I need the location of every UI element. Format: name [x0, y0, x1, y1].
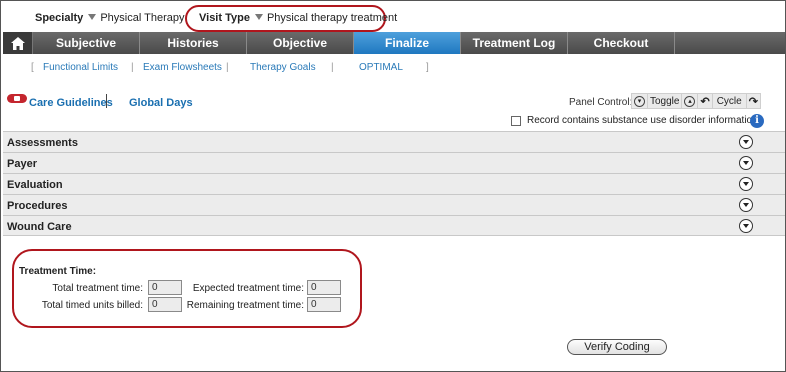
- expected-treatment-time-label: Expected treatment time:: [192, 283, 304, 294]
- verify-coding-button[interactable]: Verify Coding: [567, 339, 667, 355]
- visit-type-value: Physical therapy treatment: [266, 12, 398, 24]
- section-evaluation[interactable]: Evaluation: [3, 173, 785, 194]
- section-accordion: Assessments Payer Evaluation Procedures …: [3, 131, 785, 236]
- specialty-selector[interactable]: Specialty Physical Therapy: [35, 12, 184, 24]
- divider: [106, 94, 107, 108]
- main-nav: Subjective Histories Objective Finalize …: [3, 32, 785, 54]
- section-wound-care[interactable]: Wound Care: [3, 215, 785, 236]
- visit-type-selector[interactable]: Visit Type Physical therapy treatment: [199, 12, 397, 24]
- chevron-down-icon: [254, 14, 263, 20]
- cycle-forward-button[interactable]: ↷: [747, 94, 760, 108]
- total-treatment-time-label: Total treatment time:: [52, 283, 143, 294]
- care-guidelines-icon[interactable]: [7, 94, 27, 103]
- section-assessments[interactable]: Assessments: [3, 131, 785, 152]
- tab-treatment-log[interactable]: Treatment Log: [461, 32, 568, 54]
- total-timed-units-label: Total timed units billed:: [41, 300, 143, 311]
- specialty-value: Physical Therapy: [100, 12, 185, 24]
- section-label: Assessments: [7, 137, 78, 149]
- home-icon: [10, 36, 25, 50]
- subnav-bracket-right: ]: [426, 62, 429, 73]
- remaining-treatment-time-field[interactable]: 0: [307, 297, 341, 312]
- substance-use-label: Record contains substance use disorder i…: [527, 115, 758, 126]
- subnav-separator: |: [331, 62, 334, 73]
- treatment-time-title: Treatment Time:: [19, 266, 97, 277]
- subnav-bracket-left: [: [31, 62, 34, 73]
- section-label: Wound Care: [7, 221, 72, 233]
- tab-checkout[interactable]: Checkout: [568, 32, 675, 54]
- subnav-item-exam-flowsheets[interactable]: Exam Flowsheets: [143, 62, 222, 73]
- toggle-label[interactable]: Toggle: [648, 94, 683, 108]
- cycle-label[interactable]: Cycle: [713, 94, 747, 108]
- section-procedures[interactable]: Procedures: [3, 194, 785, 215]
- panel-control-label: Panel Control:: [569, 97, 633, 108]
- home-button[interactable]: [3, 32, 33, 54]
- remaining-treatment-time-label: Remaining treatment time:: [186, 300, 304, 311]
- care-guidelines-link[interactable]: Care Guidelines: [29, 97, 113, 109]
- tab-subjective[interactable]: Subjective: [33, 32, 140, 54]
- chevron-down-circle-icon: ▾: [634, 95, 645, 107]
- section-label: Evaluation: [7, 179, 63, 191]
- toggle-collapse-button[interactable]: ▾: [632, 94, 648, 108]
- subnav-separator: |: [131, 62, 134, 73]
- toggle-expand-button[interactable]: ▴: [682, 94, 699, 108]
- substance-use-row: Record contains substance use disorder i…: [511, 115, 758, 126]
- curved-arrow-down-icon: ↷: [748, 95, 758, 108]
- tab-finalize[interactable]: Finalize: [354, 32, 461, 54]
- section-label: Payer: [7, 158, 37, 170]
- info-icon[interactable]: i: [750, 114, 764, 128]
- tab-objective[interactable]: Objective: [247, 32, 354, 54]
- app-frame: Specialty Physical Therapy Visit Type Phys…: [0, 0, 786, 372]
- panel-control-buttons: ▾ Toggle ▴ ↶ Cycle ↷: [631, 93, 761, 109]
- specialty-label: Specialty: [35, 12, 84, 24]
- section-label: Procedures: [7, 200, 68, 212]
- nav-filler: [675, 32, 785, 54]
- subnav-separator: |: [226, 62, 229, 73]
- expected-treatment-time-field[interactable]: 0: [307, 280, 341, 295]
- subnav-item-functional-limits[interactable]: Functional Limits: [43, 62, 118, 73]
- section-payer[interactable]: Payer: [3, 152, 785, 173]
- subnav-item-therapy-goals[interactable]: Therapy Goals: [250, 62, 316, 73]
- global-days-link[interactable]: Global Days: [129, 97, 193, 109]
- expand-icon[interactable]: [739, 156, 753, 170]
- expand-icon[interactable]: [739, 135, 753, 149]
- visit-type-label: Visit Type: [199, 12, 250, 24]
- cycle-back-button[interactable]: ↶: [698, 94, 713, 108]
- chevron-up-circle-icon: ▴: [684, 95, 696, 107]
- chevron-down-icon: [88, 14, 97, 20]
- tab-histories[interactable]: Histories: [140, 32, 247, 54]
- expand-icon[interactable]: [739, 198, 753, 212]
- subnav-item-optimal[interactable]: OPTIMAL: [359, 62, 403, 73]
- curved-arrow-left-icon: ↶: [700, 95, 710, 108]
- substance-use-checkbox[interactable]: [511, 115, 521, 126]
- expand-icon[interactable]: [739, 177, 753, 191]
- expand-icon[interactable]: [739, 219, 753, 233]
